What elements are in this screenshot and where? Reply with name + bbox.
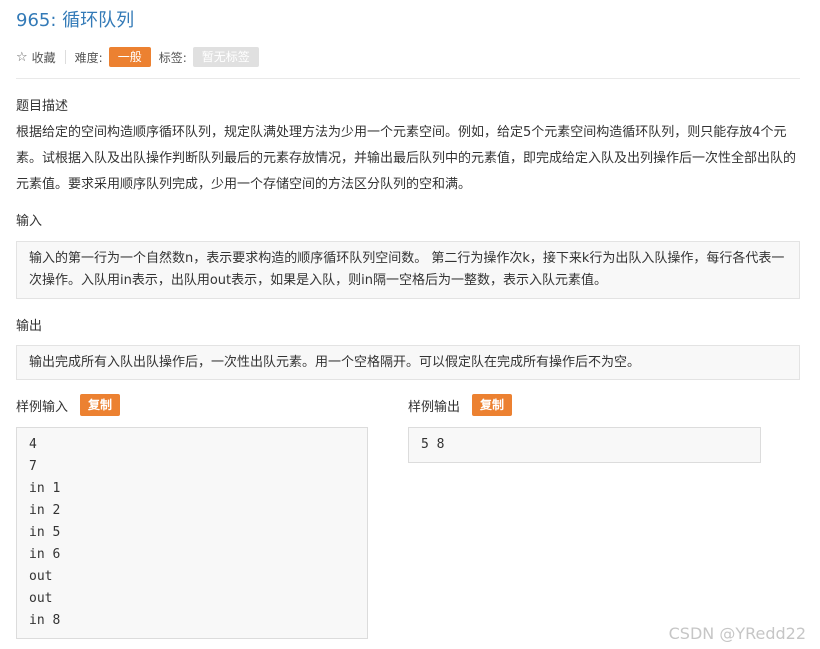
watermark: CSDN @YRedd22	[668, 624, 806, 643]
tags-badge: 暂无标签	[192, 47, 259, 67]
meta-divider	[64, 50, 66, 64]
copy-input-button[interactable]: 复制	[80, 394, 121, 416]
code-line: 4	[29, 437, 37, 452]
problem-meta: ☆ 收藏 难度: 一般 标签: 暂无标签	[16, 46, 259, 68]
output-text: 输出完成所有入队出队操作后，一次性出队元素。用一个空格隔开。可以假定队在完成所有…	[16, 345, 800, 380]
difficulty-badge: 一般	[108, 47, 151, 67]
code-line: in 8	[29, 613, 61, 628]
input-heading: 输入	[16, 214, 43, 229]
output-heading: 输出	[16, 319, 43, 334]
code-line: in 1	[29, 481, 61, 496]
star-icon[interactable]: ☆	[16, 50, 28, 65]
input-text: 输入的第一行为一个自然数n，表示要求构造的顺序循环队列空间数。 第二行为操作次k…	[16, 241, 800, 299]
header-divider	[16, 78, 800, 79]
difficulty-label: 难度:	[74, 50, 103, 65]
description-heading: 题目描述	[16, 99, 69, 114]
code-line: in 2	[29, 503, 61, 518]
code-line: out	[29, 569, 53, 584]
sample-input-box: 4 7 in 1 in 2 in 5 in 6 out out in 8	[16, 427, 368, 639]
code-line: out	[29, 591, 53, 606]
description-text: 根据给定的空间构造顺序循环队列，规定队满处理方法为少用一个元素空间。例如，给定5…	[16, 125, 797, 192]
copy-output-button[interactable]: 复制	[472, 394, 513, 416]
page-title: 965: 循环队列	[16, 10, 135, 31]
favorite-link[interactable]: 收藏	[32, 49, 56, 66]
code-line: 5 8	[421, 437, 445, 452]
sample-output-box: 5 8	[408, 427, 761, 463]
sample-output-header: 样例输出 复制	[408, 394, 513, 416]
sample-output-heading: 样例输出	[408, 399, 461, 415]
sample-input-header: 样例输入 复制	[16, 394, 121, 416]
code-line: in 6	[29, 547, 61, 562]
code-line: in 5	[29, 525, 61, 540]
code-line: 7	[29, 459, 37, 474]
sample-input-heading: 样例输入	[16, 399, 69, 415]
tags-label: 标签:	[158, 50, 187, 65]
